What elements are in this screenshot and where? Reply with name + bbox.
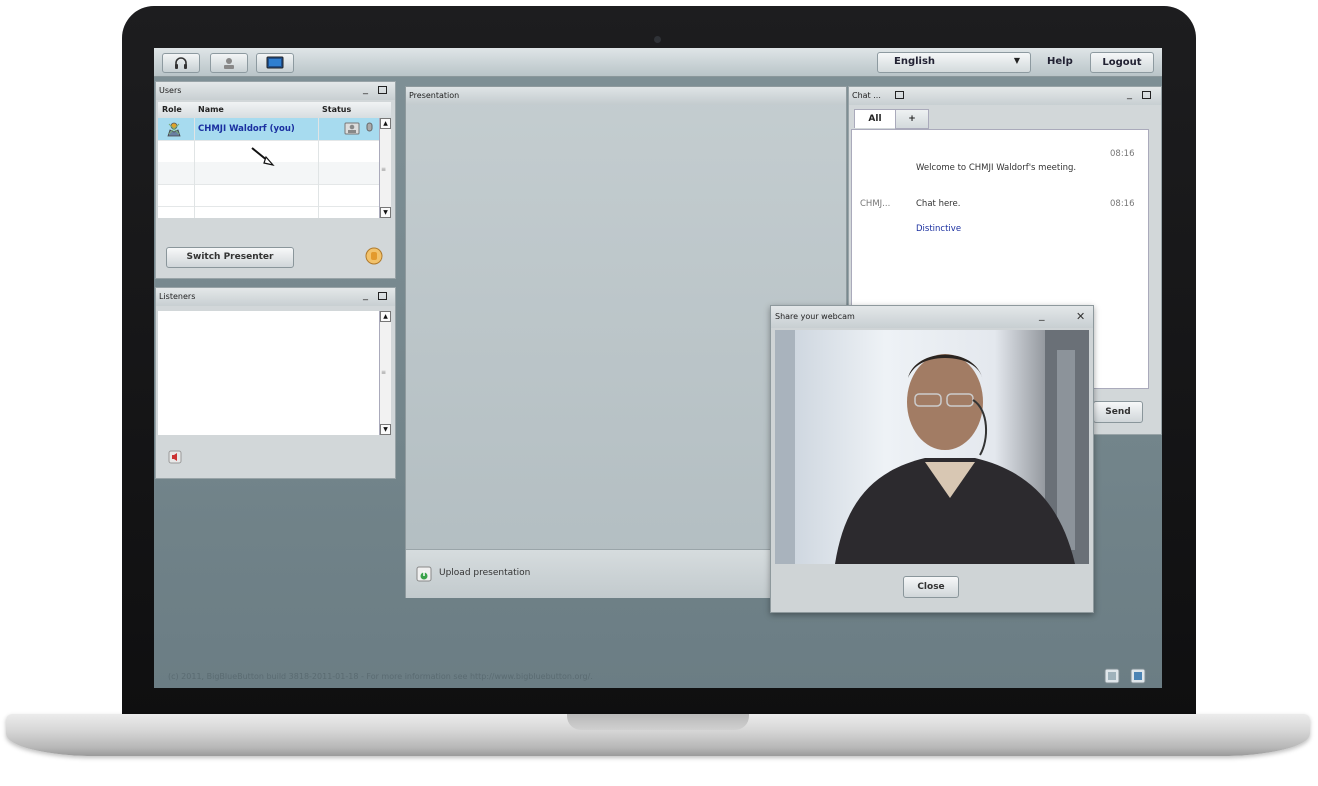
webcam-title: Share your webcam — [775, 312, 855, 321]
column-name[interactable]: Name — [198, 105, 224, 114]
listeners-list — [158, 311, 379, 435]
column-role[interactable]: Role — [162, 105, 182, 114]
webcam-titlebar[interactable]: Share your webcam _ ✕ — [771, 306, 1093, 328]
presentation-title-text: Presentation — [409, 91, 460, 100]
users-panel: Users _ Role Name Status CHMJI Waldorf (… — [155, 81, 396, 279]
minimize-icon[interactable]: _ — [363, 85, 368, 95]
minimize-icon[interactable]: _ — [363, 291, 368, 301]
webcam-status-icon[interactable] — [344, 122, 360, 135]
language-value: English — [894, 56, 936, 67]
users-scrollbar[interactable]: ▲ ≡ ▼ — [379, 118, 391, 218]
scroll-up-icon[interactable]: ▲ — [380, 118, 391, 129]
chat-message-text: Chat here. — [916, 199, 961, 209]
logout-button[interactable]: Logout — [1090, 52, 1154, 73]
maximize-icon[interactable] — [1142, 91, 1151, 99]
user-camera-icon — [224, 58, 234, 69]
column-status[interactable]: Status — [322, 105, 351, 114]
headset-button[interactable] — [162, 53, 200, 73]
maximize-icon[interactable] — [895, 91, 904, 99]
users-table-header: Role Name Status — [158, 102, 391, 119]
scroll-grip-icon: ≡ — [381, 166, 387, 173]
language-select[interactable]: English ▼ — [877, 52, 1031, 73]
webcam-video — [775, 330, 1089, 564]
presentation-panel-title: Presentation — [406, 87, 846, 105]
headset-icon — [175, 57, 187, 69]
listeners-scrollbar[interactable]: ▲ ≡ ▼ — [379, 311, 391, 435]
listeners-panel: Listeners _ ▲ ≡ ▼ — [155, 287, 396, 479]
upload-icon[interactable] — [416, 566, 432, 582]
chat-title-text: Chat ... — [852, 91, 881, 100]
scroll-down-icon[interactable]: ▼ — [380, 207, 391, 218]
maximize-icon[interactable] — [378, 292, 387, 300]
table-row[interactable]: CHMJI Waldorf (you) — [158, 118, 391, 141]
footer-text: (c) 2011, BigBlueButton build 3818-2011-… — [168, 672, 593, 681]
top-toolbar: English ▼ Help Logout — [154, 48, 1162, 77]
chat-message-text: Distinctive — [916, 224, 962, 234]
desktop-share-button[interactable] — [256, 53, 294, 73]
layout-icon[interactable] — [1104, 668, 1120, 684]
minimize-icon[interactable]: _ — [1039, 308, 1045, 321]
webcam-share-button[interactable] — [210, 53, 248, 73]
presenter-role-icon — [167, 122, 181, 137]
chevron-down-icon: ▼ — [1013, 56, 1020, 65]
upload-presentation-link[interactable]: Upload presentation — [439, 568, 530, 578]
minimize-icon[interactable]: _ — [1127, 90, 1132, 100]
users-panel-title: Users — [156, 82, 395, 100]
scroll-up-icon[interactable]: ▲ — [380, 311, 391, 322]
close-webcam-button[interactable]: Close — [903, 576, 959, 598]
raise-hand-icon[interactable] — [364, 246, 384, 266]
column-divider — [318, 118, 319, 218]
user-name: CHMJI Waldorf (you) — [198, 124, 295, 134]
maximize-icon[interactable] — [378, 86, 387, 94]
monitor-icon — [266, 56, 284, 69]
mute-all-icon[interactable] — [168, 450, 182, 464]
users-table-body: CHMJI Waldorf (you) — [158, 118, 391, 218]
chat-message-time: 08:16 — [1110, 199, 1135, 209]
scroll-down-icon[interactable]: ▼ — [380, 424, 391, 435]
chat-message-time: 08:16 — [1110, 149, 1135, 159]
users-title-text: Users — [159, 86, 182, 95]
chat-message-text: Welcome to CHMJI Waldorf's meeting. — [916, 163, 1077, 173]
scroll-grip-icon: ≡ — [381, 369, 387, 376]
tab-all[interactable]: All — [854, 109, 896, 128]
help-link[interactable]: Help — [1047, 56, 1073, 67]
webcam-person-image — [775, 330, 1089, 564]
switch-presenter-button[interactable]: Switch Presenter — [166, 247, 294, 268]
mouse-pointer-icon — [251, 147, 275, 166]
column-divider — [194, 118, 195, 218]
webcam-lens-icon — [654, 36, 661, 43]
chat-message-sender: CHMJ... — [860, 199, 891, 209]
laptop-notch — [567, 714, 749, 730]
table-row — [158, 184, 391, 207]
mic-status-icon[interactable] — [366, 122, 374, 135]
send-button[interactable]: Send — [1093, 401, 1143, 423]
listeners-panel-title: Listeners — [156, 288, 395, 306]
fullscreen-icon[interactable] — [1130, 668, 1146, 684]
listeners-title-text: Listeners — [159, 292, 196, 301]
close-icon[interactable]: ✕ — [1076, 310, 1085, 323]
app-screen: English ▼ Help Logout Users _ Role Name … — [154, 48, 1162, 688]
webcam-window: Share your webcam _ ✕ Close — [770, 305, 1094, 613]
tab-add[interactable]: + — [895, 109, 929, 129]
